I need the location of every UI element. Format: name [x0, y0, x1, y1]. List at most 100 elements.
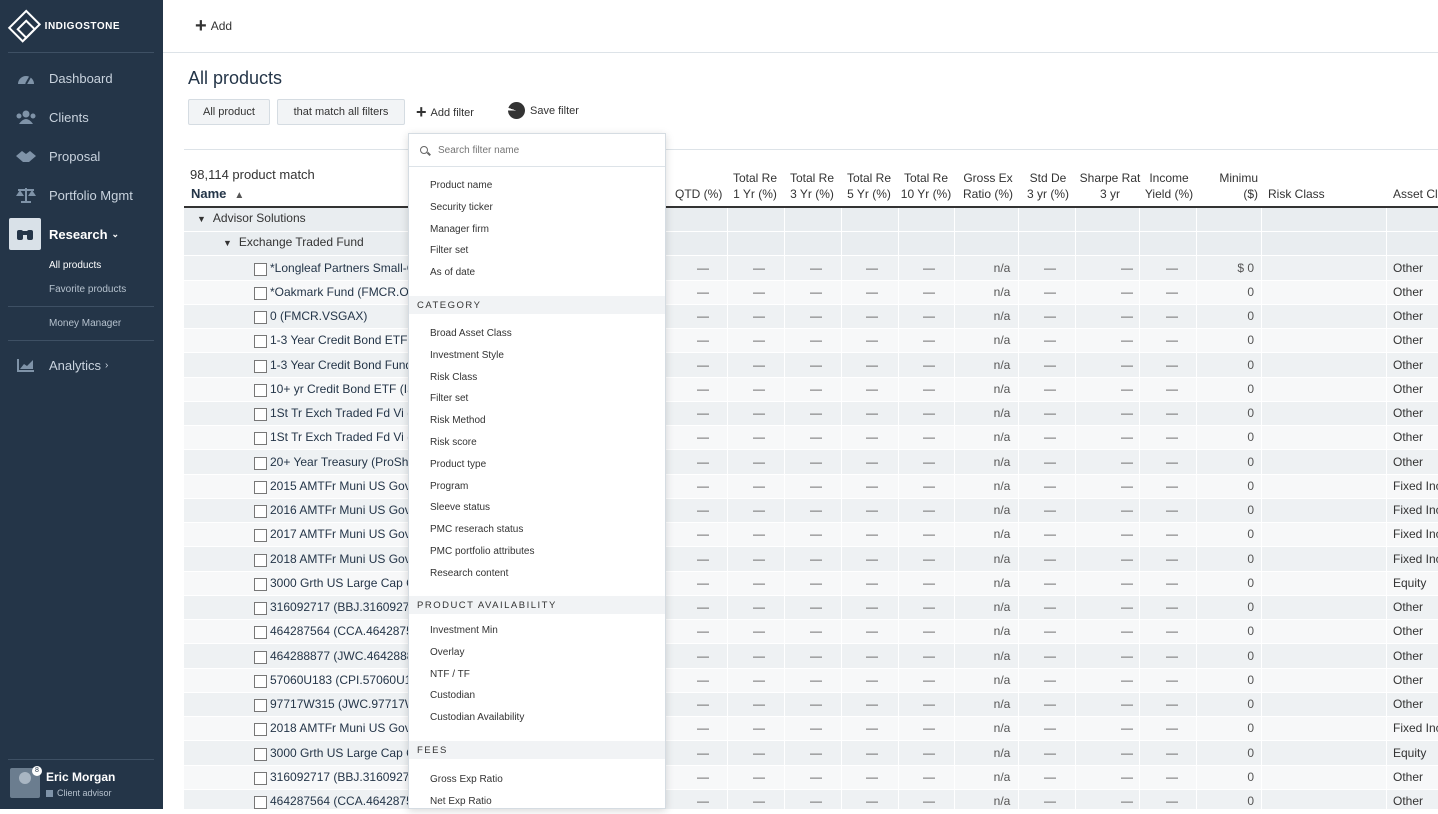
- add-filter-button[interactable]: + Add filter: [416, 102, 474, 123]
- column-header-std-dev[interactable]: Std De 3 yr (%): [1021, 170, 1075, 202]
- filter-option[interactable]: Investment Min: [430, 625, 498, 636]
- row-checkbox[interactable]: [254, 359, 267, 373]
- filter-option[interactable]: Risk Method: [430, 415, 486, 426]
- filter-option[interactable]: Program: [430, 481, 468, 492]
- filter-option[interactable]: Gross Exp Ratio: [430, 774, 503, 785]
- product-name-link[interactable]: *Longleaf Partners Small-C: [270, 261, 415, 275]
- product-name-link[interactable]: 1-3 Year Credit Bond ETF: [270, 333, 407, 347]
- group-advisor-solutions[interactable]: ▼ Advisor Solutions: [197, 211, 306, 225]
- column-header-total-return-3yr[interactable]: Total Re 3 Yr (%): [785, 170, 839, 202]
- row-checkbox[interactable]: [254, 311, 267, 324]
- column-header-risk-class[interactable]: Risk Class: [1268, 186, 1325, 202]
- product-name-link[interactable]: 2018 AMTFr Muni US Gov: [270, 721, 411, 735]
- row-checkbox[interactable]: [254, 626, 267, 640]
- filter-option[interactable]: Net Exp Ratio: [430, 796, 492, 807]
- product-name-link[interactable]: 316092717 (BBJ.31609271: [270, 770, 416, 784]
- filter-option[interactable]: NTF / TF: [430, 669, 470, 680]
- row-checkbox[interactable]: [254, 262, 267, 276]
- product-name-link[interactable]: 464287564 (CCA.46428756: [270, 624, 419, 638]
- product-name-link[interactable]: 2017 AMTFr Muni US Gov: [270, 527, 411, 541]
- all-product-button[interactable]: All product: [188, 99, 270, 125]
- save-filter-button[interactable]: Save filter: [508, 102, 579, 119]
- filter-option[interactable]: As of date: [430, 267, 475, 278]
- add-button[interactable]: + Add: [195, 16, 232, 36]
- row-checkbox[interactable]: [254, 529, 267, 543]
- filter-option[interactable]: Security ticker: [430, 202, 493, 213]
- filter-option[interactable]: Sleeve status: [430, 502, 490, 513]
- column-header-total-return-5yr[interactable]: Total Re 5 Yr (%): [842, 170, 896, 202]
- column-header-total-return-10yr[interactable]: Total Re 10 Yr (%): [899, 170, 953, 202]
- group-row[interactable]: [184, 232, 1438, 257]
- filter-option[interactable]: Custodian: [430, 690, 475, 701]
- filter-option[interactable]: Filter set: [430, 245, 468, 256]
- product-name-link[interactable]: 2015 AMTFr Muni US Gov: [270, 479, 411, 493]
- row-checkbox[interactable]: [254, 796, 267, 809]
- filter-option[interactable]: Manager firm: [430, 224, 489, 235]
- column-header-sharpe[interactable]: Sharpe Rat 3 yr: [1078, 170, 1142, 202]
- row-checkbox[interactable]: [254, 553, 267, 567]
- product-name-link[interactable]: 1St Tr Exch Traded Fd Vi (C: [270, 406, 420, 420]
- column-header-name[interactable]: Name ▲: [191, 186, 244, 201]
- product-name-link[interactable]: 2018 AMTFr Muni US Gov: [270, 552, 411, 566]
- nav-dashboard[interactable]: Dashboard: [0, 60, 163, 96]
- row-checkbox[interactable]: [254, 674, 267, 688]
- row-checkbox[interactable]: [254, 699, 267, 712]
- filter-option[interactable]: Product name: [430, 180, 492, 191]
- product-name-link[interactable]: 1St Tr Exch Traded Fd Vi (C: [270, 430, 420, 444]
- product-name-link[interactable]: 20+ Year Treasury (ProSha: [270, 455, 415, 469]
- filter-option[interactable]: PMC reserach status: [430, 524, 523, 535]
- row-checkbox[interactable]: [254, 432, 267, 446]
- product-name-link[interactable]: 464288877 (JWC.4642888: [270, 649, 413, 663]
- product-name-link[interactable]: 97717W315 (JWC.97717W: [270, 697, 416, 711]
- sort-ascending-icon[interactable]: ▲: [234, 190, 244, 201]
- filter-search-input[interactable]: [438, 144, 638, 156]
- column-header-qtd[interactable]: QTD (%): [675, 186, 722, 202]
- filter-option[interactable]: Research content: [430, 568, 508, 579]
- filter-option[interactable]: Product type: [430, 459, 486, 470]
- row-checkbox[interactable]: [254, 602, 267, 615]
- row-checkbox[interactable]: [254, 771, 267, 785]
- filter-option[interactable]: PMC portfolio attributes: [430, 546, 535, 557]
- product-name-link[interactable]: 316092717 (BBJ.31609271: [270, 600, 416, 614]
- row-checkbox[interactable]: [254, 747, 267, 761]
- row-checkbox[interactable]: [254, 723, 267, 737]
- filter-option[interactable]: Filter set: [430, 393, 468, 404]
- product-name-link[interactable]: 3000 Grth US Large Cap C: [270, 576, 415, 590]
- row-checkbox[interactable]: [254, 577, 267, 591]
- product-name-link[interactable]: 3000 Grth US Large Cap C: [270, 746, 415, 760]
- column-header-minimum[interactable]: Minimu ($): [1206, 170, 1258, 202]
- nav-analytics[interactable]: Analytics ›: [0, 347, 163, 383]
- subnav-all-products[interactable]: All products: [49, 260, 101, 271]
- row-checkbox[interactable]: [254, 383, 267, 397]
- group-exchange-traded-fund[interactable]: ▼ Exchange Traded Fund: [223, 235, 364, 249]
- filter-option[interactable]: Investment Style: [430, 350, 504, 361]
- subnav-money-manager[interactable]: Money Manager: [49, 318, 121, 329]
- product-name-link[interactable]: 1-3 Year Credit Bond Fund: [270, 358, 412, 372]
- row-checkbox[interactable]: [254, 408, 267, 421]
- row-checkbox[interactable]: [254, 505, 267, 518]
- product-name-link[interactable]: 0 (FMCR.VSGAX): [270, 309, 367, 323]
- filter-option[interactable]: Risk score: [430, 437, 477, 448]
- match-all-filters-button[interactable]: that match all filters: [277, 99, 405, 125]
- product-name-link[interactable]: 464287564 (CCA.46428756: [270, 794, 419, 808]
- row-checkbox[interactable]: [254, 480, 267, 494]
- product-name-link[interactable]: *Oakmark Fund (FMCR.O: [270, 285, 409, 299]
- indigostone-logo[interactable]: INDIGOSTONE: [7, 9, 120, 43]
- filter-option[interactable]: Broad Asset Class: [430, 328, 512, 339]
- column-header-total-return-1yr[interactable]: Total Re 1 Yr (%): [728, 170, 782, 202]
- nav-research[interactable]: Research ⌄: [0, 216, 163, 252]
- row-checkbox[interactable]: [254, 335, 267, 349]
- group-row[interactable]: [184, 208, 1438, 232]
- caret-down-icon[interactable]: ▼: [197, 214, 206, 224]
- nav-portfolio-mgmt[interactable]: Portfolio Mgmt: [0, 177, 163, 213]
- nav-clients[interactable]: Clients: [0, 99, 163, 135]
- row-checkbox[interactable]: [254, 456, 267, 470]
- filter-option[interactable]: Risk Class: [430, 372, 477, 383]
- row-checkbox[interactable]: [254, 286, 267, 300]
- column-header-gross-expense[interactable]: Gross Ex Ratio (%): [958, 170, 1018, 202]
- subnav-favorite-products[interactable]: Favorite products: [49, 284, 126, 295]
- product-name-link[interactable]: 57060U183 (CPI.57060U1: [270, 673, 411, 687]
- column-header-income-yield[interactable]: Income Yield (%): [1142, 170, 1196, 202]
- nav-proposal[interactable]: Proposal: [0, 138, 163, 174]
- filter-option[interactable]: Overlay: [430, 647, 464, 658]
